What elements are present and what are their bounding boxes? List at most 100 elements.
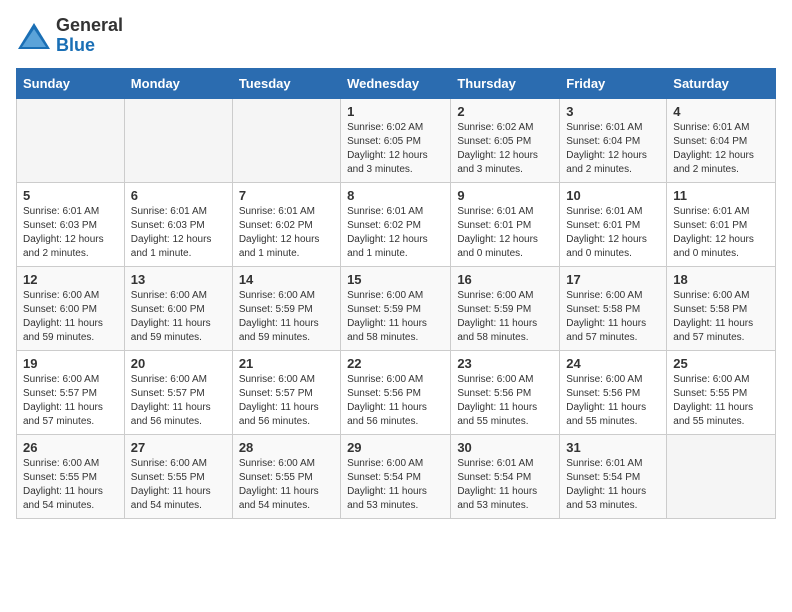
day-info: Sunrise: 6:00 AM Sunset: 5:57 PM Dayligh… (131, 373, 226, 429)
calendar-cell: 10 Sunrise: 6:01 AM Sunset: 6:01 PM Dayli… (560, 182, 667, 266)
day-number: 17 (566, 272, 660, 287)
calendar-cell: 11Sunrise: 6:01 AM Sunset: 6:01 PM Dayli… (667, 182, 776, 266)
day-info: Sunrise: 6:01 AM Sunset: 6:04 PM Dayligh… (566, 121, 660, 177)
calendar-cell: 18 Sunrise: 6:00 AM Sunset: 5:58 PM Dayli… (667, 266, 776, 350)
day-number: 15 (347, 272, 444, 287)
day-number: 11 (673, 188, 769, 203)
day-number: 8 (347, 188, 444, 203)
logo-general: General (56, 15, 123, 35)
day-number: 14 (239, 272, 334, 287)
calendar-cell: 19 Sunrise: 6:00 AM Sunset: 5:57 PM Dayli… (17, 350, 125, 434)
day-info: Sunrise: 6:00 AM Sunset: 5:55 PM Dayligh… (673, 373, 769, 429)
day-info: Sunrise: 6:00 AM Sunset: 5:57 PM Dayligh… (239, 373, 334, 429)
day-info: Sunrise: 6:00 AM Sunset: 5:55 PM Dayligh… (239, 457, 334, 513)
day-number: 12 (23, 272, 118, 287)
day-number: 13 (131, 272, 226, 287)
calendar-cell: 21 Sunrise: 6:00 AM Sunset: 5:57 PM Dayli… (232, 350, 340, 434)
day-number: 30 (457, 440, 553, 455)
calendar-day-header: Thursday (451, 68, 560, 98)
day-info: Sunrise: 6:00 AM Sunset: 5:58 PM Dayligh… (566, 289, 660, 345)
day-number: 21 (239, 356, 334, 371)
day-info: Sunrise: 6:00 AM Sunset: 5:59 PM Dayligh… (347, 289, 444, 345)
logo-icon (16, 21, 52, 51)
calendar-cell: 6 Sunrise: 6:01 AM Sunset: 6:03 PM Daylig… (124, 182, 232, 266)
day-number: 29 (347, 440, 444, 455)
day-number: 1 (347, 104, 444, 119)
calendar-cell: 25 Sunrise: 6:00 AM Sunset: 5:55 PM Dayli… (667, 350, 776, 434)
logo-text: General Blue (56, 16, 123, 56)
calendar-cell: 2 Sunrise: 6:02 AM Sunset: 6:05 PM Daylig… (451, 98, 560, 182)
day-info: Sunrise: 6:02 AM Sunset: 6:05 PM Dayligh… (457, 121, 553, 177)
day-info: Sunrise: 6:01 AM Sunset: 6:03 PM Dayligh… (23, 205, 118, 261)
calendar-header-row: SundayMondayTuesdayWednesdayThursdayFrid… (17, 68, 776, 98)
calendar-cell: 8 Sunrise: 6:01 AM Sunset: 6:02 PM Daylig… (341, 182, 451, 266)
calendar-day-header: Sunday (17, 68, 125, 98)
day-info: Sunrise: 6:01 AM Sunset: 6:02 PM Dayligh… (347, 205, 444, 261)
calendar-cell: 27 Sunrise: 6:00 AM Sunset: 5:55 PM Dayli… (124, 434, 232, 518)
calendar-cell: 4Sunrise: 6:01 AM Sunset: 6:04 PM Daylig… (667, 98, 776, 182)
calendar-week-row: 1 Sunrise: 6:02 AM Sunset: 6:05 PM Daylig… (17, 98, 776, 182)
calendar-cell: 29 Sunrise: 6:00 AM Sunset: 5:54 PM Dayli… (341, 434, 451, 518)
day-info: Sunrise: 6:00 AM Sunset: 5:59 PM Dayligh… (239, 289, 334, 345)
day-number: 22 (347, 356, 444, 371)
logo: General Blue (16, 16, 123, 56)
day-number: 2 (457, 104, 553, 119)
day-info: Sunrise: 6:00 AM Sunset: 6:00 PM Dayligh… (23, 289, 118, 345)
calendar-cell (232, 98, 340, 182)
calendar-cell: 22 Sunrise: 6:00 AM Sunset: 5:56 PM Dayli… (341, 350, 451, 434)
calendar-cell (124, 98, 232, 182)
day-number: 4 (673, 104, 769, 119)
calendar-cell: 1 Sunrise: 6:02 AM Sunset: 6:05 PM Daylig… (341, 98, 451, 182)
day-info: Sunrise: 6:00 AM Sunset: 5:58 PM Dayligh… (673, 289, 769, 345)
day-number: 7 (239, 188, 334, 203)
calendar-cell: 16Sunrise: 6:00 AM Sunset: 5:59 PM Dayli… (451, 266, 560, 350)
calendar-table: SundayMondayTuesdayWednesdayThursdayFrid… (16, 68, 776, 519)
calendar-cell: 5 Sunrise: 6:01 AM Sunset: 6:03 PM Daylig… (17, 182, 125, 266)
calendar-cell: 20Sunrise: 6:00 AM Sunset: 5:57 PM Dayli… (124, 350, 232, 434)
calendar-day-header: Friday (560, 68, 667, 98)
calendar-cell: 24Sunrise: 6:00 AM Sunset: 5:56 PM Dayli… (560, 350, 667, 434)
day-info: Sunrise: 6:01 AM Sunset: 5:54 PM Dayligh… (566, 457, 660, 513)
day-number: 10 (566, 188, 660, 203)
day-number: 25 (673, 356, 769, 371)
day-info: Sunrise: 6:01 AM Sunset: 6:01 PM Dayligh… (457, 205, 553, 261)
day-number: 6 (131, 188, 226, 203)
day-number: 9 (457, 188, 553, 203)
day-number: 27 (131, 440, 226, 455)
calendar-cell: 30Sunrise: 6:01 AM Sunset: 5:54 PM Dayli… (451, 434, 560, 518)
day-number: 5 (23, 188, 118, 203)
calendar-cell: 14 Sunrise: 6:00 AM Sunset: 5:59 PM Dayli… (232, 266, 340, 350)
page-header: General Blue (16, 16, 776, 56)
calendar-day-header: Saturday (667, 68, 776, 98)
calendar-day-header: Wednesday (341, 68, 451, 98)
calendar-cell: 26Sunrise: 6:00 AM Sunset: 5:55 PM Dayli… (17, 434, 125, 518)
day-number: 19 (23, 356, 118, 371)
calendar-cell: 7Sunrise: 6:01 AM Sunset: 6:02 PM Daylig… (232, 182, 340, 266)
day-number: 18 (673, 272, 769, 287)
day-info: Sunrise: 6:00 AM Sunset: 5:54 PM Dayligh… (347, 457, 444, 513)
day-number: 26 (23, 440, 118, 455)
calendar-cell (667, 434, 776, 518)
calendar-cell: 3 Sunrise: 6:01 AM Sunset: 6:04 PM Daylig… (560, 98, 667, 182)
calendar-cell: 17 Sunrise: 6:00 AM Sunset: 5:58 PM Dayli… (560, 266, 667, 350)
logo-blue: Blue (56, 35, 95, 55)
day-info: Sunrise: 6:01 AM Sunset: 6:01 PM Dayligh… (566, 205, 660, 261)
calendar-day-header: Monday (124, 68, 232, 98)
day-info: Sunrise: 6:01 AM Sunset: 6:03 PM Dayligh… (131, 205, 226, 261)
calendar-week-row: 19 Sunrise: 6:00 AM Sunset: 5:57 PM Dayli… (17, 350, 776, 434)
day-number: 31 (566, 440, 660, 455)
day-info: Sunrise: 6:02 AM Sunset: 6:05 PM Dayligh… (347, 121, 444, 177)
day-number: 16 (457, 272, 553, 287)
day-info: Sunrise: 6:00 AM Sunset: 5:55 PM Dayligh… (131, 457, 226, 513)
day-info: Sunrise: 6:00 AM Sunset: 5:57 PM Dayligh… (23, 373, 118, 429)
day-number: 3 (566, 104, 660, 119)
calendar-cell: 28Sunrise: 6:00 AM Sunset: 5:55 PM Dayli… (232, 434, 340, 518)
calendar-week-row: 5 Sunrise: 6:01 AM Sunset: 6:03 PM Daylig… (17, 182, 776, 266)
calendar-cell: 31 Sunrise: 6:01 AM Sunset: 5:54 PM Dayli… (560, 434, 667, 518)
calendar-week-row: 12 Sunrise: 6:00 AM Sunset: 6:00 PM Dayli… (17, 266, 776, 350)
day-info: Sunrise: 6:00 AM Sunset: 5:56 PM Dayligh… (347, 373, 444, 429)
day-number: 23 (457, 356, 553, 371)
calendar-cell: 12 Sunrise: 6:00 AM Sunset: 6:00 PM Dayli… (17, 266, 125, 350)
calendar-cell (17, 98, 125, 182)
calendar-day-header: Tuesday (232, 68, 340, 98)
